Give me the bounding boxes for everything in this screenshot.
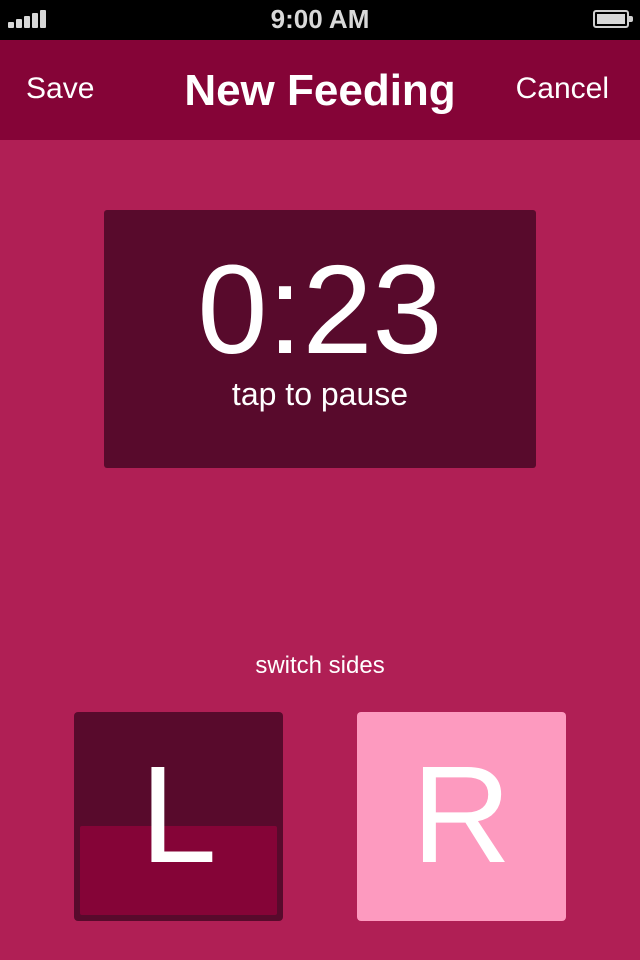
left-side-button[interactable]: L <box>74 712 283 921</box>
navigation-bar: Save New Feeding Cancel <box>0 40 640 140</box>
right-side-label: R <box>411 738 512 892</box>
right-side-button[interactable]: R <box>357 712 566 921</box>
timer-hint: tap to pause <box>231 376 409 412</box>
cancel-button[interactable]: Cancel <box>516 72 609 106</box>
battery-icon <box>593 10 633 28</box>
status-bar: 9:00 AM <box>0 0 640 40</box>
timer-value: 0:23 <box>197 239 443 380</box>
switch-sides-label: switch sides <box>255 652 385 679</box>
left-side-label: L <box>140 738 217 892</box>
status-time: 9:00 AM <box>270 4 370 34</box>
timer-button[interactable]: 0:23 tap to pause <box>104 210 536 468</box>
